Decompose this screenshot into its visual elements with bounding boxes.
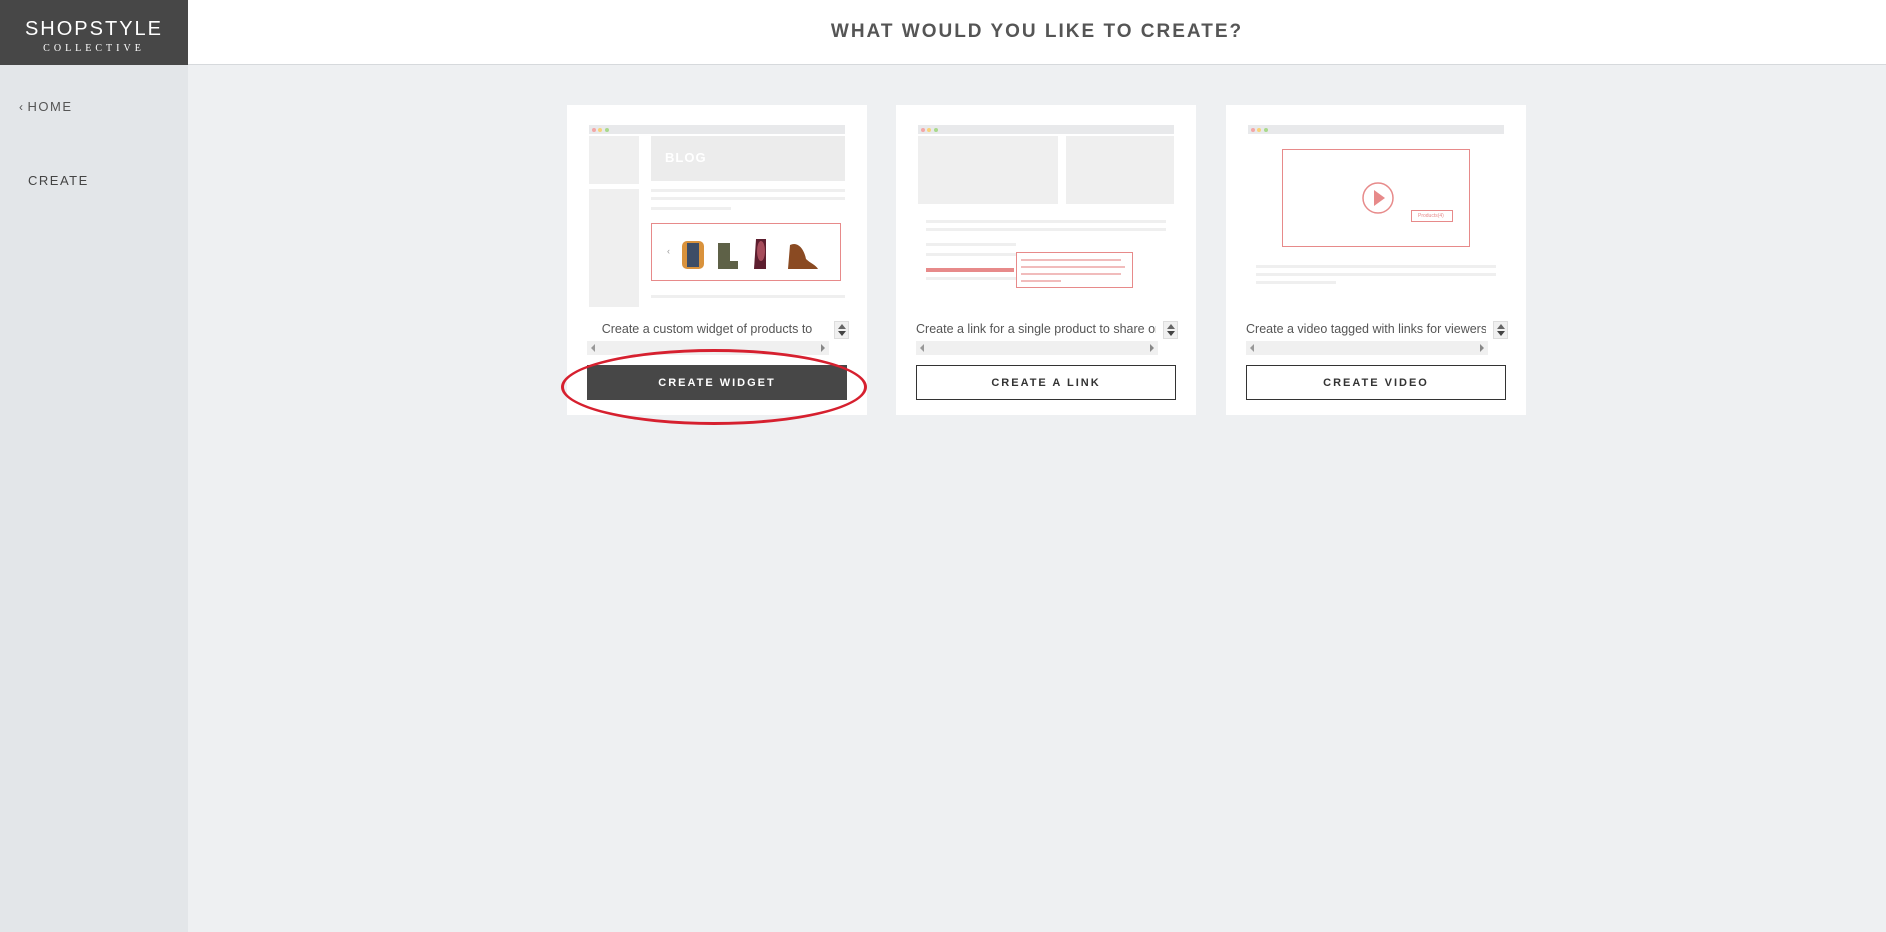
play-icon <box>1362 182 1394 214</box>
video-preview-illustration: Products(4) <box>1248 125 1504 307</box>
chevron-left-icon: ‹ <box>19 100 25 114</box>
create-link-button[interactable]: CREATE A LINK <box>916 365 1176 400</box>
create-video-button[interactable]: CREATE VIDEO <box>1246 365 1506 400</box>
shopstyle-logo[interactable]: SHOPSTYLE COLLECTIVE <box>0 0 188 65</box>
browser-bar <box>918 125 1174 134</box>
scroll-spinner[interactable] <box>1163 321 1178 339</box>
sidebar: SHOPSTYLE COLLECTIVE ‹ HOME CREATE <box>0 0 188 932</box>
link-preview-illustration <box>918 125 1174 307</box>
highlight-annotation <box>561 349 867 425</box>
video-description: Create a video tagged with links for vie… <box>1246 322 1486 336</box>
browser-bar <box>1248 125 1504 134</box>
link-description: Create a link for a single product to sh… <box>916 322 1156 336</box>
link-description-field[interactable]: Create a link for a single product to sh… <box>916 319 1178 359</box>
sidebar-item-create[interactable]: CREATE <box>28 173 89 188</box>
logo-brand: SHOPSTYLE <box>24 18 164 40</box>
scroll-spinner[interactable] <box>834 321 849 339</box>
page-title: WHAT WOULD YOU LIKE TO CREATE? <box>830 21 1244 42</box>
widget-product-strip: ‹ <box>651 223 841 281</box>
product-images <box>682 239 818 269</box>
sidebar-item-home[interactable]: ‹ HOME <box>19 99 73 114</box>
sidebar-item-label: HOME <box>27 99 73 114</box>
scroll-spinner[interactable] <box>1493 321 1508 339</box>
header: WHAT WOULD YOU LIKE TO CREATE? <box>188 0 1886 65</box>
logo-subtitle: COLLECTIVE <box>43 43 145 54</box>
widget-description: Create a custom widget of products to <box>601 322 813 336</box>
browser-bar <box>589 125 845 134</box>
link-card: Create a link for a single product to sh… <box>896 105 1196 415</box>
widget-preview-illustration: BLOG ‹ <box>589 125 845 307</box>
horizontal-scrollbar[interactable] <box>916 341 1158 355</box>
blog-label: BLOG <box>665 150 707 165</box>
video-card: Products(4) Create a video tagged with l… <box>1226 105 1526 415</box>
horizontal-scrollbar[interactable] <box>1246 341 1488 355</box>
video-description-field[interactable]: Create a video tagged with links for vie… <box>1246 319 1508 359</box>
video-product-tag: Products(4) <box>1411 210 1453 222</box>
video-frame: Products(4) <box>1282 149 1470 247</box>
link-code-box <box>1016 252 1133 288</box>
